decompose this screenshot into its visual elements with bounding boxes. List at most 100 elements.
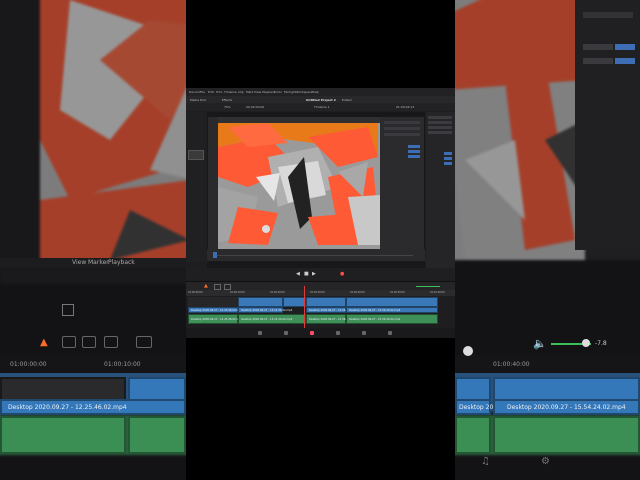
- bg-blender-header: View Marker Playback: [0, 258, 186, 268]
- transport-controls: ◀ ■ ▶ ●: [186, 268, 455, 280]
- bg-ruler-left: 01:00:00:00 01:00:10:00: [0, 355, 186, 373]
- inspector-row[interactable]: [428, 131, 452, 134]
- blender-scrub-head[interactable]: [213, 252, 217, 258]
- playhead[interactable]: [304, 286, 305, 328]
- audio-clip-name-1: Desktop 2020.09.27 - 12.25.46.02.mp4: [191, 318, 243, 321]
- page-navigation-bar: [186, 328, 455, 338]
- audio-clip-3[interactable]: Desktop 2020.09.27 - 13.36.42.02.mp4: [306, 314, 360, 324]
- media-pool-tab[interactable]: Media Pool: [190, 98, 206, 102]
- ruler-tick: 01:00:40:00: [350, 291, 365, 294]
- bg-white-dot: [463, 346, 473, 356]
- bg-marker-label: Marker: [88, 259, 109, 266]
- audio-clip-2[interactable]: Desktop 2020.09.27 - 13.12.34.02.mp4: [238, 314, 306, 324]
- fairlight-page-icon[interactable]: [388, 331, 392, 335]
- blender-scrub-line: [213, 255, 413, 256]
- inspector-value[interactable]: [444, 152, 452, 155]
- bg-audio-clip-2: [128, 416, 186, 454]
- menu-item-12[interactable]: Fairlight: [284, 90, 296, 94]
- stop-icon[interactable]: ■: [304, 271, 309, 277]
- menu-item-5[interactable]: Timeline: [224, 90, 237, 94]
- inspector-row[interactable]: [428, 116, 452, 119]
- bg-insp-row-1: [583, 12, 633, 18]
- blender-timeline-strip: [207, 249, 425, 261]
- media-pool-panel: [186, 112, 206, 262]
- bg-insp-row-2: [583, 44, 613, 50]
- viewer-toolbar: 75% 00:00:00:00 Timeline 1 01:00:04:13: [186, 103, 455, 111]
- color-page-icon[interactable]: [362, 331, 366, 335]
- inspector-row[interactable]: [428, 121, 452, 124]
- video-clip-label-2[interactable]: Desktop 2020.09.27 - 13.12.34.02.mp4: [238, 307, 292, 313]
- media-thumbnail[interactable]: [188, 150, 204, 160]
- inspector-value[interactable]: [444, 162, 452, 165]
- inspector-row[interactable]: [428, 126, 452, 129]
- menu-item-2[interactable]: File: [200, 90, 205, 94]
- record-icon[interactable]: ●: [340, 271, 344, 277]
- menu-item-3[interactable]: Edit: [208, 90, 214, 94]
- audio-clip-4[interactable]: Desktop 2020.09.27 - 15.54.24.02.mp4: [346, 314, 438, 324]
- music-icon[interactable]: ♫: [481, 456, 490, 467]
- timecode-left: 00:00:00:00: [246, 105, 265, 109]
- bg-r-video-label-a: Desktop 2020.09.27 - 13.36.42.02.mp4: [455, 399, 578, 415]
- video-clip-4[interactable]: [346, 297, 438, 307]
- menu-item-0[interactable]: Davinci: [189, 90, 200, 94]
- gear-icon[interactable]: ⚙: [541, 456, 550, 467]
- menu-item-7[interactable]: Mark: [246, 90, 253, 94]
- menu-item-14[interactable]: Help: [312, 90, 319, 94]
- timeline-name[interactable]: Timeline 1: [314, 105, 330, 109]
- audio-clip-1[interactable]: Desktop 2020.09.27 - 12.25.46.02.mp4: [188, 314, 242, 324]
- ruler-tick: 01:00:00:00: [188, 291, 203, 294]
- video-clip-1[interactable]: [238, 297, 283, 307]
- bg-r-video-label-b: Desktop 2020.09.27 - 15.54.24.02.mp4: [493, 399, 640, 415]
- video-clip-label-4[interactable]: Desktop 2020.09.27 - 15.54.24.02.mp4: [346, 307, 438, 313]
- bg-insp-row-5: [615, 58, 635, 64]
- menu-item-13[interactable]: Workspace: [296, 90, 312, 94]
- blender-render-scene: [208, 117, 424, 249]
- project-status: Edited: [342, 98, 352, 102]
- mini-volume-slider[interactable]: [416, 286, 440, 287]
- speaker-icon[interactable]: 🔈: [533, 337, 547, 350]
- video-clip-2[interactable]: [283, 297, 306, 307]
- bg-insp-row-3: [615, 44, 635, 50]
- video-clip-3[interactable]: [306, 297, 346, 307]
- ruler-tick: 01:00:50:00: [390, 291, 405, 294]
- bg-r-audio-clip-1: [455, 416, 491, 454]
- trim-icon[interactable]: [62, 336, 76, 348]
- menu-item-4[interactable]: Trim: [216, 90, 222, 94]
- bg-view-label: View: [72, 259, 87, 266]
- inspector-panel: [426, 112, 455, 272]
- fusion-page-icon[interactable]: [336, 331, 340, 335]
- bg-inspector: [575, 0, 640, 250]
- volume-slider-knob[interactable]: [582, 339, 590, 347]
- bg-lock-icon: [62, 304, 74, 316]
- viewer-image: [208, 117, 424, 249]
- play-reverse-icon[interactable]: ◀: [296, 271, 300, 277]
- timeline-ruler: 01:00:00:00 01:00:10:00 01:00:20:00 01:0…: [186, 290, 455, 296]
- bg-audio-clip-1: [0, 416, 126, 454]
- play-icon[interactable]: ▶: [312, 271, 316, 277]
- media-page-icon[interactable]: [258, 331, 262, 335]
- blade-icon[interactable]: [104, 336, 118, 348]
- pointer-icon[interactable]: ▲: [40, 337, 48, 348]
- audio-clip-name-2: Desktop 2020.09.27 - 13.12.34.02.mp4: [241, 318, 293, 321]
- ruler-tick: 01:00:10:00: [230, 291, 245, 294]
- inspector-value[interactable]: [444, 157, 452, 160]
- effects-tab[interactable]: Effects: [222, 98, 232, 102]
- edit-page-icon[interactable]: [310, 331, 314, 335]
- menu-item-6[interactable]: Clip: [238, 90, 244, 94]
- dynamic-trim-icon[interactable]: [82, 336, 96, 348]
- video-clip-label-3[interactable]: Desktop 2020.09.27 - 13.36.42.02.mp4: [306, 307, 360, 313]
- bg-video-clip-label-text: Desktop 2020.09.27 - 12.25.46.02.mp4: [8, 404, 127, 411]
- cut-page-icon[interactable]: [284, 331, 288, 335]
- video-clip-label-1[interactable]: Desktop 2020.09.27 - 12.25.46.02.mp4: [188, 307, 242, 313]
- video-clip-name-2: Desktop 2020.09.27 - 13.12.34.02.mp4: [241, 309, 293, 312]
- video-thumbs-strip: [188, 297, 238, 307]
- video-clip-name-4: Desktop 2020.09.27 - 15.54.24.02.mp4: [349, 309, 401, 312]
- zoom-level[interactable]: 75%: [224, 105, 231, 109]
- project-title: Untitled Project 2: [306, 98, 336, 102]
- snap-icon[interactable]: [136, 336, 152, 348]
- ruler-tick: 01:00:30:00: [310, 291, 325, 294]
- ruler-tick: 01:00:20:00: [270, 291, 285, 294]
- menu-item-8[interactable]: View: [254, 90, 261, 94]
- selection-pointer-icon[interactable]: ▲: [204, 283, 208, 289]
- menu-item-11[interactable]: Color: [274, 90, 282, 94]
